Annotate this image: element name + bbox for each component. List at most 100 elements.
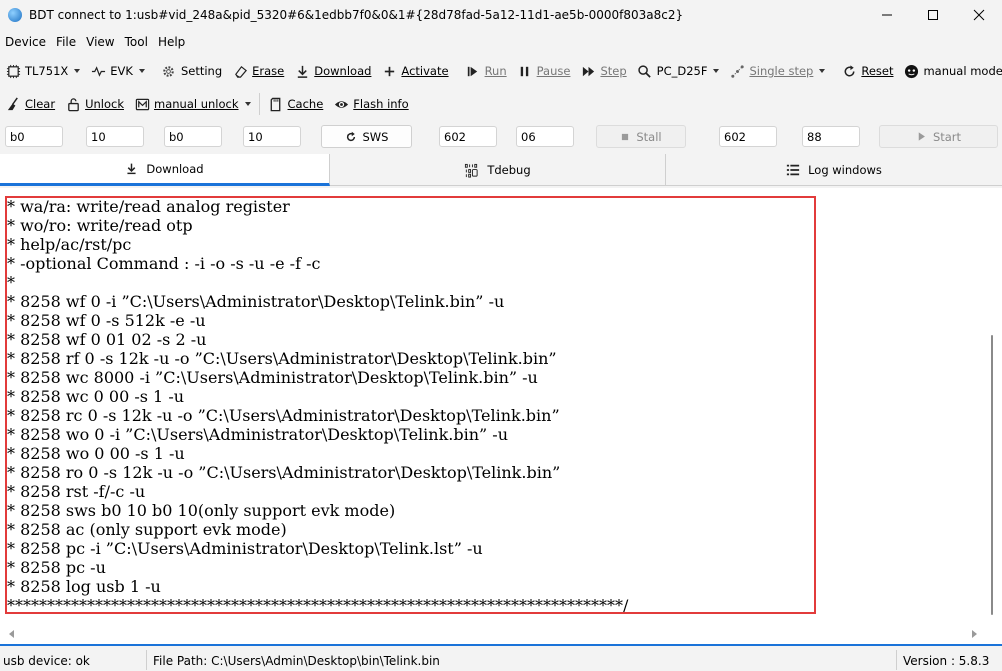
version-status: Version : 5.8.3: [903, 654, 990, 668]
pc-select[interactable]: PC_D25F: [632, 59, 725, 83]
menu-device[interactable]: Device: [0, 35, 51, 49]
toolbar-divider: [258, 93, 260, 115]
erase-button[interactable]: Erase: [227, 59, 289, 83]
broom-icon: [5, 96, 21, 112]
tab-log-windows-label: Log windows: [808, 163, 882, 177]
scroll-left-icon[interactable]: [9, 630, 14, 638]
close-icon: [973, 9, 985, 21]
title-bar: BDT connect to 1:usb#vid_248a&pid_5320#6…: [0, 0, 1002, 30]
start-value-field[interactable]: [802, 126, 860, 147]
mode-select-label: manual mode: [923, 64, 1002, 78]
vertical-scrollbar-thumb[interactable]: [991, 335, 993, 615]
erase-label: Erase: [252, 64, 285, 78]
steps-icon: [729, 63, 745, 79]
plus-icon: [381, 63, 397, 79]
menu-help[interactable]: Help: [153, 35, 190, 49]
sws-value-field-1[interactable]: [86, 126, 144, 147]
single-step-label: Single step: [749, 64, 814, 78]
chip-icon: [5, 63, 21, 79]
binary-icon: [464, 163, 479, 178]
clear-label: Clear: [25, 97, 56, 111]
eye-icon: [333, 96, 349, 112]
chip-select[interactable]: TL751X: [0, 59, 85, 83]
step-button[interactable]: Step: [575, 59, 631, 83]
menu-view[interactable]: View: [81, 35, 119, 49]
download-icon: [294, 63, 310, 79]
window-title: BDT connect to 1:usb#vid_248a&pid_5320#6…: [29, 8, 684, 22]
stall-addr-field[interactable]: [439, 126, 497, 147]
vertical-scrollbar[interactable]: [987, 200, 997, 615]
sws-input-row: SWS Stall Start: [0, 124, 1002, 150]
cache-button[interactable]: Cache: [263, 92, 329, 116]
activate-button[interactable]: Activate: [376, 59, 453, 83]
pause-button[interactable]: Pause: [512, 59, 576, 83]
board-select[interactable]: EVK: [85, 59, 150, 83]
run-label: Run: [484, 64, 507, 78]
eraser-icon: [232, 63, 248, 79]
step-icon: [580, 63, 596, 79]
manual-unlock-label: manual unlock: [154, 97, 239, 111]
sws-addr-field-2[interactable]: [164, 126, 222, 147]
horizontal-scrollbar[interactable]: [0, 624, 1002, 644]
window-controls: [864, 0, 1002, 30]
refresh-icon: [345, 131, 357, 143]
sws-value-field-2[interactable]: [243, 126, 301, 147]
search-icon: [637, 63, 653, 79]
reset-button[interactable]: Reset: [836, 59, 898, 83]
app-logo-icon: [8, 8, 22, 22]
highlight-box: [5, 196, 816, 614]
sws-addr-field-1[interactable]: [5, 126, 63, 147]
start-button-label: Start: [932, 129, 962, 144]
tab-download[interactable]: Download: [0, 154, 330, 186]
sws-button-label: SWS: [362, 129, 389, 144]
sws-button[interactable]: SWS: [321, 125, 412, 148]
download-label: Download: [314, 64, 372, 78]
activate-label: Activate: [401, 64, 449, 78]
pause-icon: [517, 63, 533, 79]
cache-label: Cache: [287, 97, 324, 111]
mode-icon: [903, 63, 919, 79]
maximize-button[interactable]: [910, 0, 956, 30]
main-toolbar: TL751X EVK Setting Erase Download Activa…: [0, 56, 1002, 86]
manual-unlock-select[interactable]: manual unlock: [129, 92, 256, 116]
scroll-right-icon[interactable]: [972, 630, 977, 638]
reset-label: Reset: [861, 64, 894, 78]
stall-button-label: Stall: [636, 129, 662, 144]
tab-download-label: Download: [146, 161, 204, 176]
stall-value-field[interactable]: [516, 126, 574, 147]
file-path-status: File Path: C:\Users\Admin\Desktop\bin\Te…: [153, 654, 440, 668]
chevron-down-icon: [819, 69, 826, 73]
play-icon: [916, 131, 927, 142]
pause-label: Pause: [536, 64, 571, 78]
gear-icon: [161, 63, 177, 79]
chevron-down-icon: [713, 69, 720, 73]
status-divider: [146, 650, 147, 670]
minimize-icon: [882, 14, 892, 16]
menu-tool[interactable]: Tool: [120, 35, 153, 49]
minimize-button[interactable]: [864, 0, 910, 30]
flash-info-label: Flash info: [353, 97, 409, 111]
menu-file[interactable]: File: [51, 35, 81, 49]
chevron-down-icon: [244, 102, 251, 106]
download-button[interactable]: Download: [289, 59, 376, 83]
start-button[interactable]: Start: [879, 125, 998, 148]
run-button[interactable]: Run: [460, 59, 512, 83]
close-button[interactable]: [956, 0, 1002, 30]
setting-button[interactable]: Setting: [156, 59, 227, 83]
mode-select[interactable]: manual mode: [898, 59, 1002, 83]
device-status: usb device: ok: [3, 654, 90, 668]
bdt-window: BDT connect to 1:usb#vid_248a&pid_5320#6…: [0, 0, 1002, 671]
tab-tdebug[interactable]: Tdebug: [330, 154, 666, 186]
single-step-select[interactable]: Single step: [724, 59, 830, 83]
tab-log-windows[interactable]: Log windows: [666, 154, 1002, 186]
console-output[interactable]: * wa/ra: write/read analog register * wo/…: [0, 188, 1002, 624]
chevron-down-icon: [138, 69, 145, 73]
stop-icon: [620, 132, 630, 142]
start-addr-field[interactable]: [719, 126, 777, 147]
tab-tdebug-label: Tdebug: [487, 163, 531, 177]
flash-info-button[interactable]: Flash info: [328, 92, 413, 116]
clear-button[interactable]: Clear: [0, 92, 60, 116]
stall-button[interactable]: Stall: [596, 125, 686, 148]
chevron-down-icon: [74, 69, 81, 73]
unlock-button[interactable]: Unlock: [60, 92, 129, 116]
